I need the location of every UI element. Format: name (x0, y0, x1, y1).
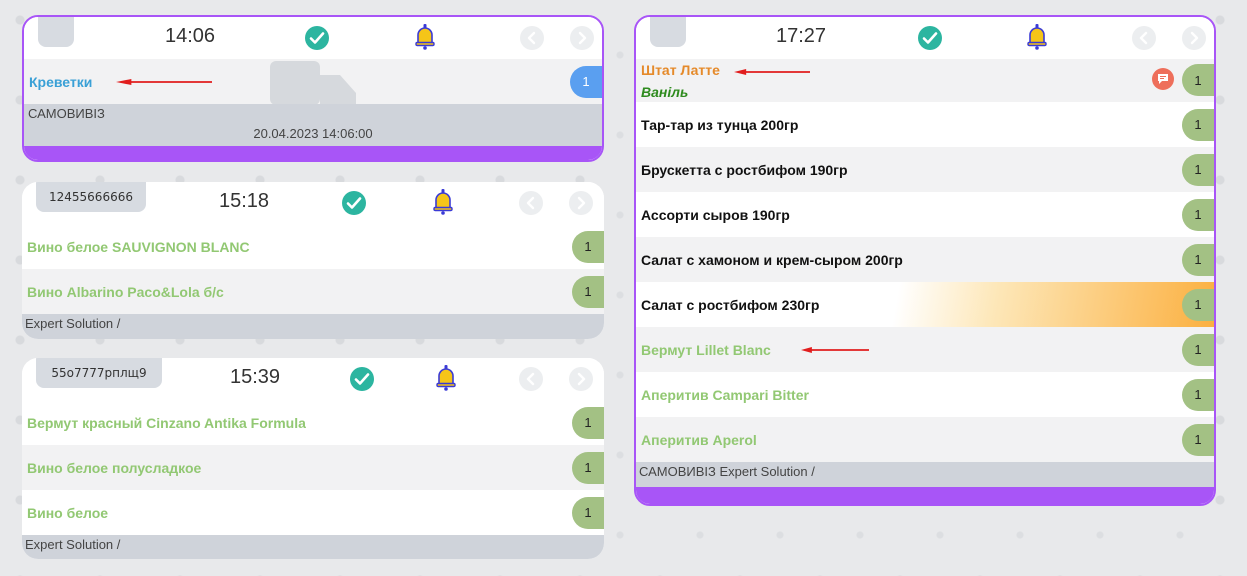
card-header: 14:06 (24, 17, 602, 59)
card-header: 17:27 (636, 17, 1214, 59)
order-time: 14:06 (165, 25, 216, 47)
quantity-badge[interactable]: 1 (572, 230, 604, 263)
quantity-badge[interactable]: 1 (1182, 288, 1214, 321)
red-arrow-icon (734, 69, 810, 75)
list-item[interactable]: Тар-тар из тунца 200гр 1 (636, 102, 1214, 147)
red-arrow-icon (801, 347, 869, 353)
order-time: 17:27 (776, 25, 827, 47)
quantity-badge[interactable]: 1 (572, 451, 604, 484)
card-footer: Expert Solution / (22, 314, 604, 339)
order-number-tab (650, 17, 686, 47)
bell-icon[interactable] (414, 24, 436, 50)
list-item[interactable]: Вино Albarino Paco&Lola б/с 1 (22, 269, 604, 314)
order-card-1[interactable]: 14:06 Креветки 1 САМОВИВІЗ 20.04.2023 14… (22, 15, 604, 162)
quantity-badge[interactable]: 1 (570, 65, 602, 98)
order-number-tab: 55о7777рплщ9 (36, 358, 162, 388)
quantity-badge[interactable]: 1 (1182, 153, 1214, 186)
list-item[interactable]: Вермут Lillet Blanc 1 (636, 327, 1214, 372)
item-name: Вермут Lillet Blanc (641, 341, 771, 358)
status-bar (636, 487, 1214, 504)
chevron-right-icon[interactable] (569, 367, 593, 391)
status-bar (24, 146, 602, 160)
chevron-left-icon[interactable] (520, 26, 544, 50)
chevron-left-icon[interactable] (1132, 26, 1156, 50)
item-name: Вино белое SAUVIGNON BLANC (27, 238, 250, 255)
item-name: Вино белое полусладкое (27, 459, 202, 476)
order-number-tab: 12455666666 (36, 182, 146, 212)
list-item-highlighted[interactable]: Салат с ростбифом 230гр 1 (636, 282, 1214, 327)
item-name: Аперитив Aperol (641, 431, 757, 448)
order-card-2[interactable]: 12455666666 15:18 Вино белое SAUVIGNON B… (22, 182, 604, 339)
list-item[interactable]: Штат Латте Ваніль 1 (636, 59, 1214, 102)
quantity-badge[interactable]: 1 (572, 496, 604, 529)
item-name: Вермут красный Cinzano Antika Formula (27, 414, 306, 431)
check-icon[interactable] (342, 191, 366, 215)
item-name: Салат с хамоном и крем-сыром 200гр (641, 251, 903, 268)
item-name: Штат Латте (641, 61, 720, 78)
check-icon[interactable] (350, 367, 374, 391)
item-name: Тар-тар из тунца 200гр (641, 116, 799, 133)
item-name: Салат с ростбифом 230гр (641, 296, 820, 313)
card-header: 55о7777рплщ9 15:39 (22, 358, 604, 400)
list-item[interactable]: Ассорти сыров 190гр 1 (636, 192, 1214, 237)
order-date: 20.04.2023 14:06:00 (253, 126, 373, 141)
check-icon[interactable] (305, 26, 329, 50)
list-item[interactable]: Креветки 1 (24, 59, 602, 120)
quantity-badge[interactable]: 1 (1182, 378, 1214, 411)
list-item[interactable]: Вино белое SAUVIGNON BLANC 1 (22, 224, 604, 269)
comment-icon[interactable] (1152, 68, 1174, 90)
quantity-badge[interactable]: 1 (572, 406, 604, 439)
card-footer: Expert Solution / (22, 535, 604, 559)
order-time: 15:39 (230, 366, 281, 388)
quantity-badge[interactable]: 1 (1182, 108, 1214, 141)
quantity-badge[interactable]: 1 (572, 275, 604, 308)
quantity-badge[interactable]: 1 (1182, 423, 1214, 456)
card-footer: САМОВИВІЗ 20.04.2023 14:06:00 (24, 104, 602, 146)
quantity-badge[interactable]: 1 (1182, 198, 1214, 231)
quantity-badge[interactable]: 1 (1182, 64, 1214, 96)
card-header: 12455666666 15:18 (22, 182, 604, 224)
list-item[interactable]: Вермут красный Cinzano Antika Formula 1 (22, 400, 604, 445)
chevron-right-icon[interactable] (1182, 26, 1206, 50)
chevron-left-icon[interactable] (519, 191, 543, 215)
bell-icon[interactable] (435, 365, 457, 391)
chevron-right-icon[interactable] (570, 26, 594, 50)
quantity-badge[interactable]: 1 (1182, 243, 1214, 276)
quantity-badge[interactable]: 1 (1182, 333, 1214, 366)
item-name: Креветки (29, 73, 93, 90)
bell-icon[interactable] (432, 189, 454, 215)
order-time: 15:18 (219, 190, 270, 212)
chevron-left-icon[interactable] (519, 367, 543, 391)
order-number-tab (38, 17, 74, 47)
list-item[interactable]: Вино белое 1 (22, 490, 604, 535)
chevron-right-icon[interactable] (569, 191, 593, 215)
item-name: Ассорти сыров 190гр (641, 206, 790, 223)
item-name: Брускетта с ростбифом 190гр (641, 161, 848, 178)
bell-icon[interactable] (1026, 24, 1048, 50)
item-name: Вино Albarino Paco&Lola б/с (27, 283, 224, 300)
list-item[interactable]: Аперитив Aperol 1 (636, 417, 1214, 462)
list-item[interactable]: Салат с хамоном и крем-сыром 200гр 1 (636, 237, 1214, 282)
order-type: САМОВИВІЗ (28, 106, 105, 121)
item-name: Вино белое (27, 504, 109, 521)
item-modifier: Ваніль (641, 83, 689, 100)
order-card-4[interactable]: 17:27 Штат Латте Ваніль 1 Тар-тар из тун… (634, 15, 1216, 506)
card-footer: САМОВИВІЗ Expert Solution / (636, 462, 1214, 487)
list-item[interactable]: Аперитив Campari Bitter 1 (636, 372, 1214, 417)
order-card-3[interactable]: 55о7777рплщ9 15:39 Вермут красный Cinzan… (22, 358, 604, 559)
item-name: Аперитив Campari Bitter (641, 386, 809, 403)
red-arrow-icon (116, 79, 212, 85)
check-icon[interactable] (918, 26, 942, 50)
list-item[interactable]: Брускетта с ростбифом 190гр 1 (636, 147, 1214, 192)
list-item[interactable]: Вино белое полусладкое 1 (22, 445, 604, 490)
